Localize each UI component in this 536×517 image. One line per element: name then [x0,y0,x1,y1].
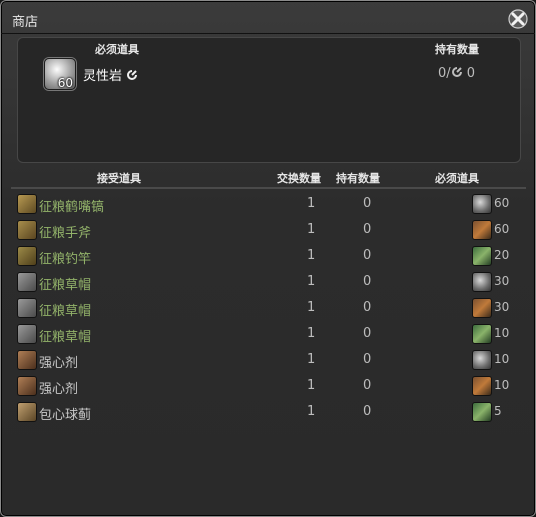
item-name: 征粮鹤嘴镐 [39,200,105,215]
required-header: 必须道具 [95,43,139,56]
required-qty: 5 [494,404,502,418]
held-header: 持有数量 [435,43,479,56]
item-name: 强心剂 [39,356,79,371]
list-item[interactable]: 征粮草帽 1 0 30 [11,269,526,295]
spirit-stone-icon[interactable]: 60 [44,58,76,90]
held-amount: 0/ 0 [438,66,476,81]
spirit-bond-icon [127,70,138,80]
list-item[interactable]: 征粮鹤嘴镐 1 0 60 [11,191,526,217]
required-qty: 60 [494,196,510,210]
required-item-name: 灵性岩 [83,65,138,84]
item-name: 包心球蓟 [39,408,92,423]
held-qty: 0 [363,248,372,263]
exchange-qty: 1 [307,248,316,263]
hat-icon [17,298,37,318]
fishing-rod-icon [17,246,37,266]
col-exchange-qty: 交换数量 [277,172,321,185]
list-item[interactable]: 征粮手斧 1 0 60 [11,217,526,243]
required-qty: 30 [494,300,510,314]
item-name: 征粮草帽 [39,278,92,293]
potion-icon [17,350,37,370]
exchange-qty: 1 [307,404,316,419]
list-item[interactable]: 征粮钓竿 1 0 20 [11,243,526,269]
exchange-qty: 1 [307,274,316,289]
list-item[interactable]: 强心剂 1 0 10 [11,373,526,399]
window-title: 商店 [12,15,39,30]
exchange-qty: 1 [307,196,316,211]
stone-icon[interactable] [472,220,492,240]
required-item-qty: 60 [57,76,73,90]
col-required: 必须道具 [435,172,479,185]
stone-icon[interactable] [472,376,492,396]
close-icon[interactable] [507,8,529,30]
exchange-qty: 1 [307,222,316,237]
exchange-qty: 1 [307,378,316,393]
spirit-bond-icon [451,67,462,77]
stone-icon[interactable] [472,272,492,292]
held-qty: 0 [363,274,372,289]
hat-icon [17,272,37,292]
held-qty: 0 [363,300,372,315]
required-qty: 10 [494,352,510,366]
held-qty: 0 [363,352,372,367]
held-qty: 0 [363,222,372,237]
stone-icon[interactable] [472,194,492,214]
fork-knife-icon [17,402,37,422]
hat-icon [17,324,37,344]
held-qty: 0 [363,404,372,419]
item-name: 征粮草帽 [39,304,92,319]
stone-icon[interactable] [472,246,492,266]
held-qty: 0 [363,326,372,341]
item-name: 征粮钓竿 [39,252,92,267]
required-qty: 30 [494,274,510,288]
required-qty: 60 [494,222,510,236]
col-held-qty: 持有数量 [336,172,380,185]
stone-icon[interactable] [472,402,492,422]
list-item[interactable]: 包心球蓟 1 0 5 [11,399,526,425]
exchange-qty: 1 [307,352,316,367]
list-item[interactable]: 征粮草帽 1 0 30 [11,295,526,321]
item-name: 征粮草帽 [39,330,92,345]
held-qty: 0 [363,378,372,393]
required-qty: 20 [494,248,510,262]
required-qty: 10 [494,378,510,392]
list-item[interactable]: 强心剂 1 0 10 [11,347,526,373]
col-received: 接受道具 [97,172,141,185]
potion-icon [17,376,37,396]
hatchet-icon [17,220,37,240]
exchange-qty: 1 [307,326,316,341]
column-header-bar: 接受道具 交换数量 持有数量 必须道具 [11,167,526,189]
stone-icon[interactable] [472,298,492,318]
required-qty: 10 [494,326,510,340]
item-name: 强心剂 [39,382,79,397]
pickaxe-icon [17,194,37,214]
list-item[interactable]: 征粮草帽 1 0 10 [11,321,526,347]
title-bar: 商店 [1,1,535,34]
shop-window: 商店 必须道具 持有数量 60 灵性岩 0/ 0 接受道具 交换数量 持有数量 … [0,0,536,517]
item-name: 征粮手斧 [39,226,92,241]
stone-icon[interactable] [472,350,492,370]
exchange-qty: 1 [307,300,316,315]
held-qty: 0 [363,196,372,211]
stone-icon[interactable] [472,324,492,344]
